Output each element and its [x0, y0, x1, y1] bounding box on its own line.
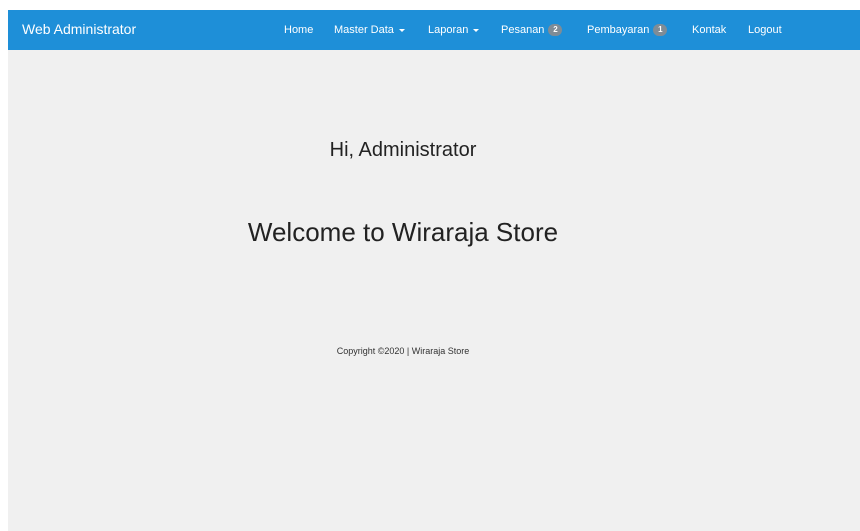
nav-item-home[interactable]: Home [284, 24, 313, 36]
pembayaran-count-badge: 1 [653, 24, 668, 36]
page-frame: Web Administrator Home Master Data Lapor… [8, 10, 860, 531]
nav-item-laporan[interactable]: Laporan [428, 24, 480, 36]
pesanan-count-badge: 2 [548, 24, 563, 36]
nav-master-data-label: Master Data [334, 24, 394, 36]
welcome-heading: Welcome to Wiraraja Store [247, 217, 559, 247]
nav-item-pembayaran[interactable]: Pembayaran 1 [587, 24, 668, 36]
greeting-heading: Hi, Administrator [329, 139, 477, 161]
nav-laporan-label: Laporan [428, 24, 469, 36]
nav-pesanan-label: Pesanan [501, 24, 545, 36]
nav-item-pesanan[interactable]: Pesanan 2 [501, 24, 563, 36]
navbar-brand[interactable]: Web Administrator [22, 21, 136, 37]
caret-down-icon [398, 28, 405, 32]
navbar: Web Administrator Home Master Data Lapor… [8, 10, 860, 50]
nav-item-kontak[interactable]: Kontak [692, 24, 726, 36]
footer-copyright: Copyright ©2020 | Wiraraja Store [336, 346, 470, 356]
nav-home-label: Home [284, 24, 314, 36]
caret-down-icon [473, 28, 480, 32]
nav-kontak-label: Kontak [692, 24, 727, 36]
nav-pembayaran-label: Pembayaran [587, 24, 650, 36]
nav-item-master-data[interactable]: Master Data [334, 24, 405, 36]
nav-item-logout[interactable]: Logout [748, 24, 782, 36]
nav-logout-label: Logout [748, 24, 782, 36]
